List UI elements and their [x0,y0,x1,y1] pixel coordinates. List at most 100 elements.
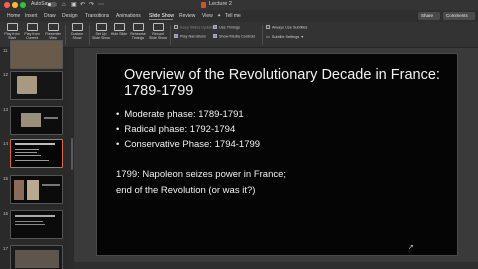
hide-slide-button[interactable]: Hide Slide [110,23,128,36]
subtitle-settings-label: Subtitle Settings [271,35,300,39]
ribbon-tabs: Home Insert Draw Design Transitions Anim… [0,10,478,22]
redo-icon[interactable]: ↷ [89,1,94,9]
thumb-number: 13 [3,107,9,112]
tab-review[interactable]: Review [179,13,195,19]
save-icon[interactable]: ▣ [71,1,77,9]
thumbnail-title-line [15,215,55,217]
ribbon-divider [170,25,171,45]
thumbnail-image [15,250,59,268]
thumbnail-text-line [15,160,49,161]
ribbon-divider [65,25,66,45]
keep-slides-updated-checkbox[interactable]: Keep Slides Updated [174,25,216,31]
undo-icon[interactable]: ↶ [80,1,85,9]
share-button[interactable]: Share [418,12,440,20]
slide-thumbnail-15[interactable] [10,175,63,204]
close-window-button[interactable] [4,2,10,8]
presenter-view-icon [47,23,59,31]
play-from-start-button[interactable]: Play from Start [3,23,21,40]
thumbnails-scrollbar[interactable] [71,138,73,170]
tab-insert[interactable]: Insert [25,13,38,19]
thumbnail-title-line [15,143,55,145]
share-label: Share [421,13,434,18]
checkbox-box [213,34,217,38]
mouse-pointer-icon: ➚ [408,244,414,251]
play-current-icon [26,23,38,31]
thumbnail-image [17,76,37,94]
thumbnail-image [21,113,41,127]
bullet-item[interactable]: Radical phase: 1792-1794 [116,124,235,135]
tab-transitions[interactable]: Transitions [85,13,109,19]
slide-title[interactable]: Overview of the Revolutionary Decade in … [124,67,444,99]
setup-show-label: Set Up Slide Show [92,32,110,40]
custom-show-button[interactable]: Custom Show [68,23,86,40]
document-title: Lecture 2 [209,1,232,7]
always-use-subtitles-label: Always Use Subtitles [272,25,308,30]
slide-thumbnail-12[interactable] [10,71,63,100]
thumbnail-text [42,184,60,186]
slide-thumbnail-11[interactable] [10,40,63,69]
play-from-start-label: Play from Start [4,32,20,40]
thumb-number: 11 [3,48,8,53]
use-timings-checkbox[interactable]: Use Timings [213,25,240,31]
play-from-start-icon [6,23,18,31]
slide-thumbnail-17[interactable] [10,245,63,269]
bullet-item[interactable]: Moderate phase: 1789-1791 [116,109,243,120]
record-icon [152,23,164,31]
current-slide[interactable]: Overview of the Revolutionary Decade in … [96,53,458,256]
rehearse-button[interactable]: Rehearse Timings [129,23,147,40]
autosave-toggle[interactable] [47,2,57,7]
play-narrations-label: Play Narrations [180,34,206,39]
ribbon-divider [262,25,263,45]
comments-label: Comments [446,13,468,18]
comments-button[interactable]: Comments [443,12,475,20]
thumbnail-text-line [15,149,39,150]
tab-view[interactable]: View [202,13,213,19]
subtitle-settings-dropdown[interactable]: ▭ Subtitle Settings ▾ [266,34,303,40]
thumbnail-text-line [15,224,45,225]
show-media-controls-checkbox[interactable]: Show Media Controls [213,34,255,40]
slide-note-line[interactable]: 1799: Napoleon seizes power in France; [116,167,286,182]
slide-thumbnail-16[interactable] [10,210,63,239]
active-tab-indicator [149,19,173,20]
checkbox-box [174,34,178,38]
slide-note-line[interactable]: end of the Revolution (or was it?) [116,183,255,198]
slide-thumbnail-13[interactable] [10,106,63,135]
setup-show-button[interactable]: Set Up Slide Show [92,23,110,40]
presenter-view-button[interactable]: Presenter View [44,23,62,40]
home-icon[interactable]: ⌂ [62,1,66,9]
ribbon-divider [89,25,90,45]
tab-draw[interactable]: Draw [44,13,56,19]
thumbnail-text-line [15,221,43,222]
custom-show-label: Custom Show [70,32,84,40]
slide-thumbnail-14[interactable] [10,139,63,168]
thumbnail-image [14,180,24,200]
rehearse-icon [132,23,144,31]
keep-slides-updated-label: Keep Slides Updated [180,25,216,30]
tab-design[interactable]: Design [62,13,78,19]
setup-show-icon [95,23,107,31]
always-use-subtitles-checkbox[interactable]: Always Use Subtitles [266,25,307,31]
zoom-window-button[interactable] [20,2,26,8]
minimize-window-button[interactable] [12,2,18,8]
record-button[interactable]: Record Slide Show [149,23,167,40]
custom-show-icon [71,23,83,31]
thumb-number: 14 [3,141,9,146]
bullet-item[interactable]: Conservative Phase: 1794-1799 [116,139,260,150]
slide-thumbnails-panel: 11 12 13 14 15 16 17 [0,40,70,269]
play-narrations-checkbox[interactable]: Play Narrations [174,34,206,40]
show-media-controls-label: Show Media Controls [219,34,256,39]
subtitles-icon: ▭ [266,34,270,39]
chevron-down-icon: ▾ [301,35,304,39]
title-bar: AutoSave ⌂ ▣ ↶ ↷ ⋯ Lecture 2 [0,0,478,10]
thumbnail-text [44,117,58,119]
thumb-number: 12 [3,72,9,77]
powerpoint-file-icon [201,2,206,8]
lightbulb-icon: ✦ [217,13,222,19]
tell-me-field[interactable]: Tell me [225,13,241,19]
checkbox-box [213,25,217,29]
tab-home[interactable]: Home [7,13,20,19]
tab-animations[interactable]: Animations [116,13,141,19]
thumbnail-text-line [15,155,41,156]
notes-bar [74,262,478,269]
more-icon[interactable]: ⋯ [98,1,104,9]
